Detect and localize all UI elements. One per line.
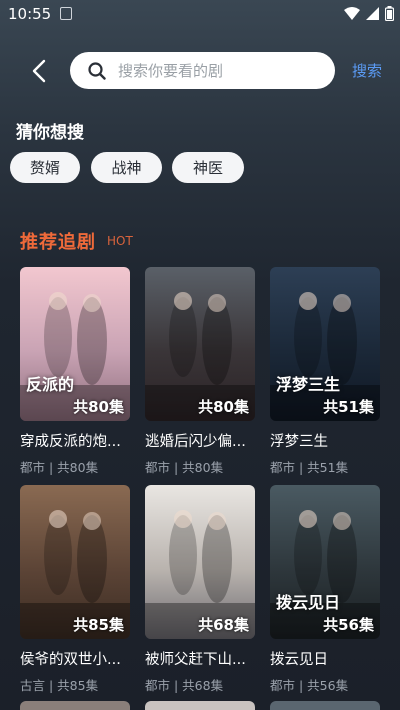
drama-poster[interactable]: 共68集 bbox=[145, 485, 255, 639]
drama-title[interactable]: 逃婚后闪少偏... bbox=[145, 430, 255, 451]
drama-card[interactable]: 浮梦三生 共51集 浮梦三生 都市 | 共51集 bbox=[270, 267, 380, 476]
episode-count-badge: 共68集 bbox=[198, 616, 249, 634]
drama-meta: 都市 | 共51集 bbox=[270, 460, 349, 475]
drama-meta: 都市 | 共68集 bbox=[145, 678, 224, 693]
battery-icon bbox=[385, 5, 394, 21]
drama-poster[interactable]: 浮梦三生共51集 bbox=[270, 267, 380, 421]
episode-count-badge: 共80集 bbox=[198, 398, 249, 416]
drama-title[interactable]: 被师父赶下山... bbox=[145, 648, 255, 669]
drama-meta: 古言 | 共85集 bbox=[20, 678, 99, 693]
app-notification-icon bbox=[60, 7, 72, 20]
drama-title[interactable]: 穿成反派的炮... bbox=[20, 430, 130, 451]
guess-section-title: 猜你想搜 bbox=[16, 123, 84, 143]
episode-count-badge: 共56集 bbox=[323, 616, 374, 634]
drama-poster[interactable]: 共85集 bbox=[20, 485, 130, 639]
chevron-left-icon bbox=[32, 59, 46, 83]
drama-card[interactable]: 共85集侯爷的双世小... 古言 | 共85集 bbox=[20, 485, 130, 694]
search-chip[interactable]: 赘婿 bbox=[10, 152, 80, 183]
poster-title-text: 反派的 bbox=[26, 375, 75, 394]
drama-poster[interactable]: 拨云见日共56集 bbox=[270, 485, 380, 639]
drama-title[interactable]: 浮梦三生 bbox=[270, 430, 380, 451]
search-chip[interactable]: 战神 bbox=[91, 152, 162, 183]
episode-count-badge: 共85集 bbox=[73, 616, 124, 634]
search-chip[interactable]: 神医 bbox=[172, 152, 244, 183]
drama-meta: 都市 | 共80集 bbox=[145, 460, 224, 475]
drama-card-partial[interactable] bbox=[20, 701, 130, 710]
drama-card[interactable]: 共68集被师父赶下山... 都市 | 共68集 bbox=[145, 485, 255, 694]
episode-count-badge: 共80集 bbox=[73, 398, 124, 416]
drama-card-partial[interactable] bbox=[145, 701, 255, 710]
drama-card[interactable]: 反派的共80集穿成反派的炮... 都市 | 共80集 bbox=[20, 267, 130, 476]
drama-card-partial[interactable] bbox=[270, 701, 380, 710]
drama-meta: 都市 | 共80集 bbox=[20, 460, 99, 475]
search-placeholder: 搜索你要看的剧 bbox=[118, 62, 224, 80]
search-input[interactable]: 搜索你要看的剧 bbox=[70, 52, 335, 89]
signal-icon bbox=[366, 6, 379, 20]
search-icon bbox=[88, 61, 106, 80]
search-button[interactable]: 搜索 bbox=[352, 60, 382, 81]
recommend-section-title: 推荐追剧 bbox=[20, 232, 96, 253]
drama-title[interactable]: 拨云见日 bbox=[270, 648, 380, 669]
drama-meta: 都市 | 共56集 bbox=[270, 678, 349, 693]
status-bar: 10:55 bbox=[0, 0, 400, 28]
episode-count-badge: 共51集 bbox=[323, 398, 374, 416]
poster-title-text: 拨云见日 bbox=[276, 593, 341, 612]
status-time: 10:55 bbox=[8, 5, 52, 23]
drama-card[interactable]: 共80集逃婚后闪少偏... 都市 | 共80集 bbox=[145, 267, 255, 476]
hot-tag: HOT bbox=[107, 234, 133, 248]
drama-title[interactable]: 侯爷的双世小... bbox=[20, 648, 130, 669]
back-button[interactable] bbox=[24, 56, 54, 86]
poster-title-text: 浮梦三生 bbox=[276, 375, 341, 394]
drama-poster[interactable]: 反派的共80集 bbox=[20, 267, 130, 421]
drama-poster[interactable]: 共80集 bbox=[145, 267, 255, 421]
wifi-icon bbox=[344, 6, 360, 20]
drama-card[interactable]: 拨云见日 共56集 拨云见日 都市 | 共56集 bbox=[270, 485, 380, 694]
